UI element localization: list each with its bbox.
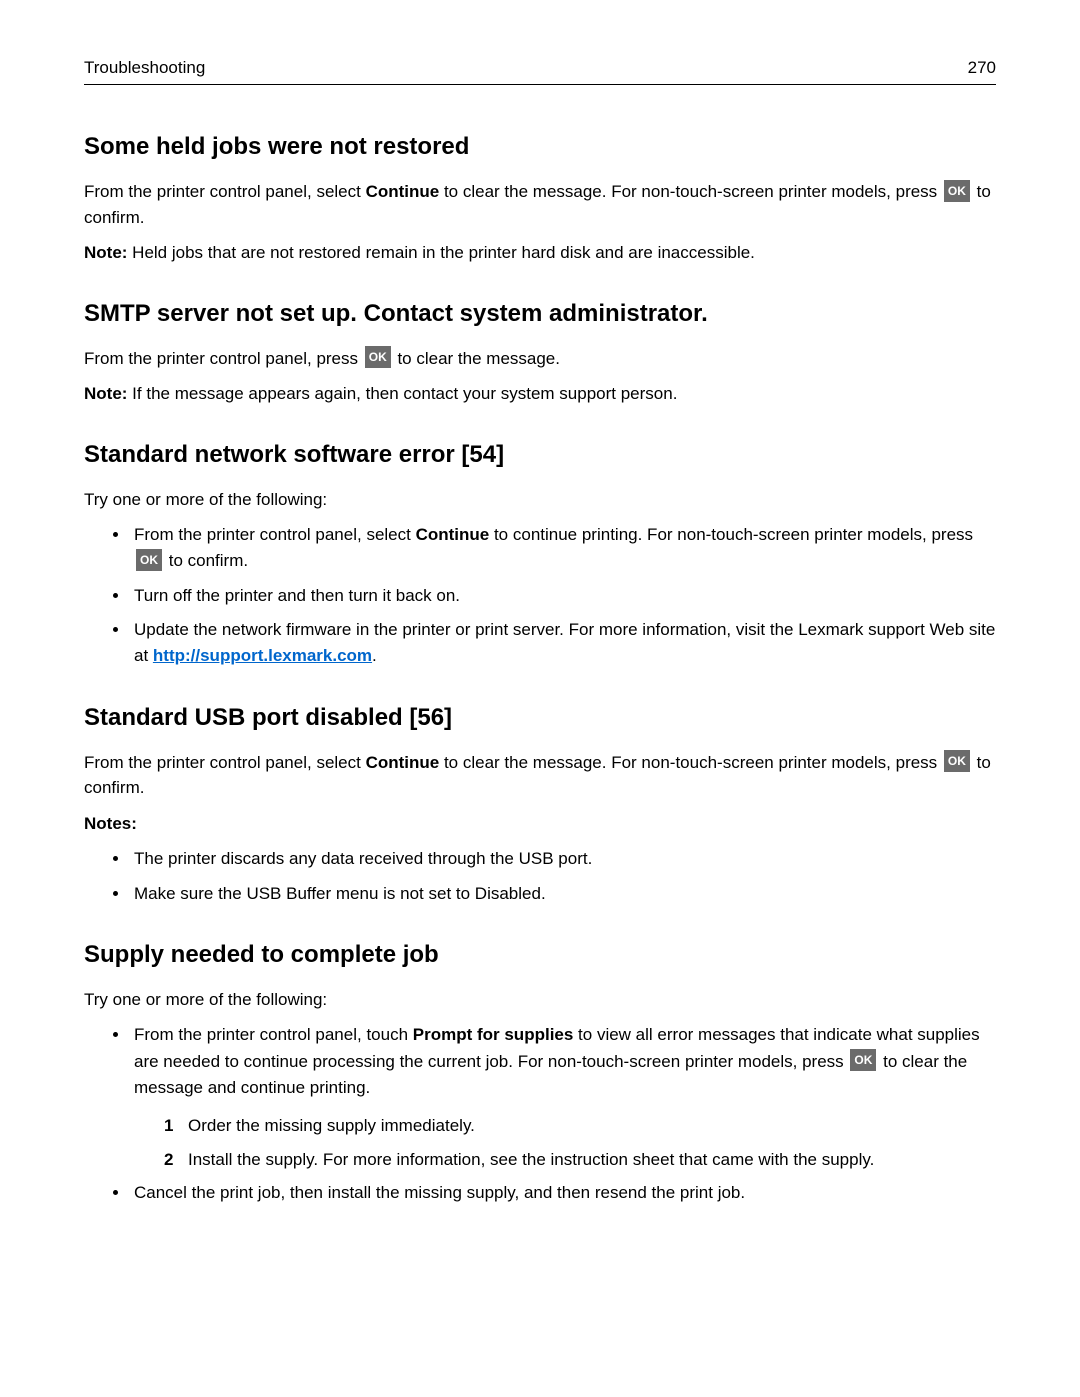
ok-icon: OK [850, 1049, 876, 1071]
s5-list: From the printer control panel, touch Pr… [84, 1022, 996, 1206]
s1-note: Note: Held jobs that are not restored re… [84, 240, 996, 266]
prompt-supplies-label: Prompt for supplies [413, 1025, 574, 1044]
heading-smtp: SMTP server not set up. Contact system a… [84, 300, 996, 328]
text: From the printer control panel, press [84, 349, 363, 368]
note-text: If the message appears again, then conta… [127, 384, 677, 403]
s3-list: From the printer control panel, select C… [84, 522, 996, 670]
ok-icon: OK [944, 180, 970, 202]
text: From the printer control panel, select [134, 525, 416, 544]
list-item: From the printer control panel, select C… [130, 522, 996, 575]
ok-icon: OK [365, 346, 391, 368]
s4-para: From the printer control panel, select C… [84, 750, 996, 801]
continue-label: Continue [366, 753, 440, 772]
continue-label: Continue [416, 525, 490, 544]
s5-steps: Order the missing supply immediately. In… [134, 1113, 996, 1172]
text: to clear the message. For non‑touch‑scre… [439, 182, 942, 201]
list-item: Make sure the USB Buffer menu is not set… [130, 881, 996, 907]
note-label: Note: [84, 384, 127, 403]
text: to confirm. [164, 551, 248, 570]
text: . [372, 646, 377, 665]
continue-label: Continue [366, 182, 440, 201]
heading-held-jobs: Some held jobs were not restored [84, 133, 996, 161]
list-item: Turn off the printer and then turn it ba… [130, 583, 996, 609]
s2-para: From the printer control panel, press OK… [84, 346, 996, 372]
page-container: Troubleshooting 270 Some held jobs were … [0, 0, 1080, 1397]
s1-para: From the printer control panel, select C… [84, 179, 996, 230]
list-item: From the printer control panel, touch Pr… [130, 1022, 996, 1172]
s4-notes-list: The printer discards any data received t… [84, 846, 996, 907]
step-item: Order the missing supply immediately. [176, 1113, 996, 1139]
text: From the printer control panel, select [84, 182, 366, 201]
text: From the printer control panel, select [84, 753, 366, 772]
page-header: Troubleshooting 270 [84, 58, 996, 85]
heading-supply-needed: Supply needed to complete job [84, 941, 996, 969]
text: to clear the message. [393, 349, 560, 368]
page-number: 270 [968, 58, 996, 78]
list-item: The printer discards any data received t… [130, 846, 996, 872]
note-text: Held jobs that are not restored remain i… [127, 243, 754, 262]
ok-icon: OK [136, 549, 162, 571]
list-item: Update the network firmware in the print… [130, 617, 996, 670]
list-item: Cancel the print job, then install the m… [130, 1180, 996, 1206]
ok-icon: OK [944, 750, 970, 772]
note-label: Note: [84, 243, 127, 262]
header-title: Troubleshooting [84, 58, 205, 78]
notes-label: Notes: [84, 811, 996, 837]
heading-network-error: Standard network software error [54] [84, 441, 996, 469]
text: From the printer control panel, touch [134, 1025, 413, 1044]
s2-note: Note: If the message appears again, then… [84, 381, 996, 407]
text: to continue printing. For non‑touch‑scre… [489, 525, 973, 544]
step-item: Install the supply. For more information… [176, 1147, 996, 1173]
s3-intro: Try one or more of the following: [84, 487, 996, 513]
heading-usb-disabled: Standard USB port disabled [56] [84, 704, 996, 732]
text: to clear the message. For non‑touch‑scre… [439, 753, 942, 772]
s5-intro: Try one or more of the following: [84, 987, 996, 1013]
support-link[interactable]: http://support.lexmark.com [153, 646, 372, 665]
